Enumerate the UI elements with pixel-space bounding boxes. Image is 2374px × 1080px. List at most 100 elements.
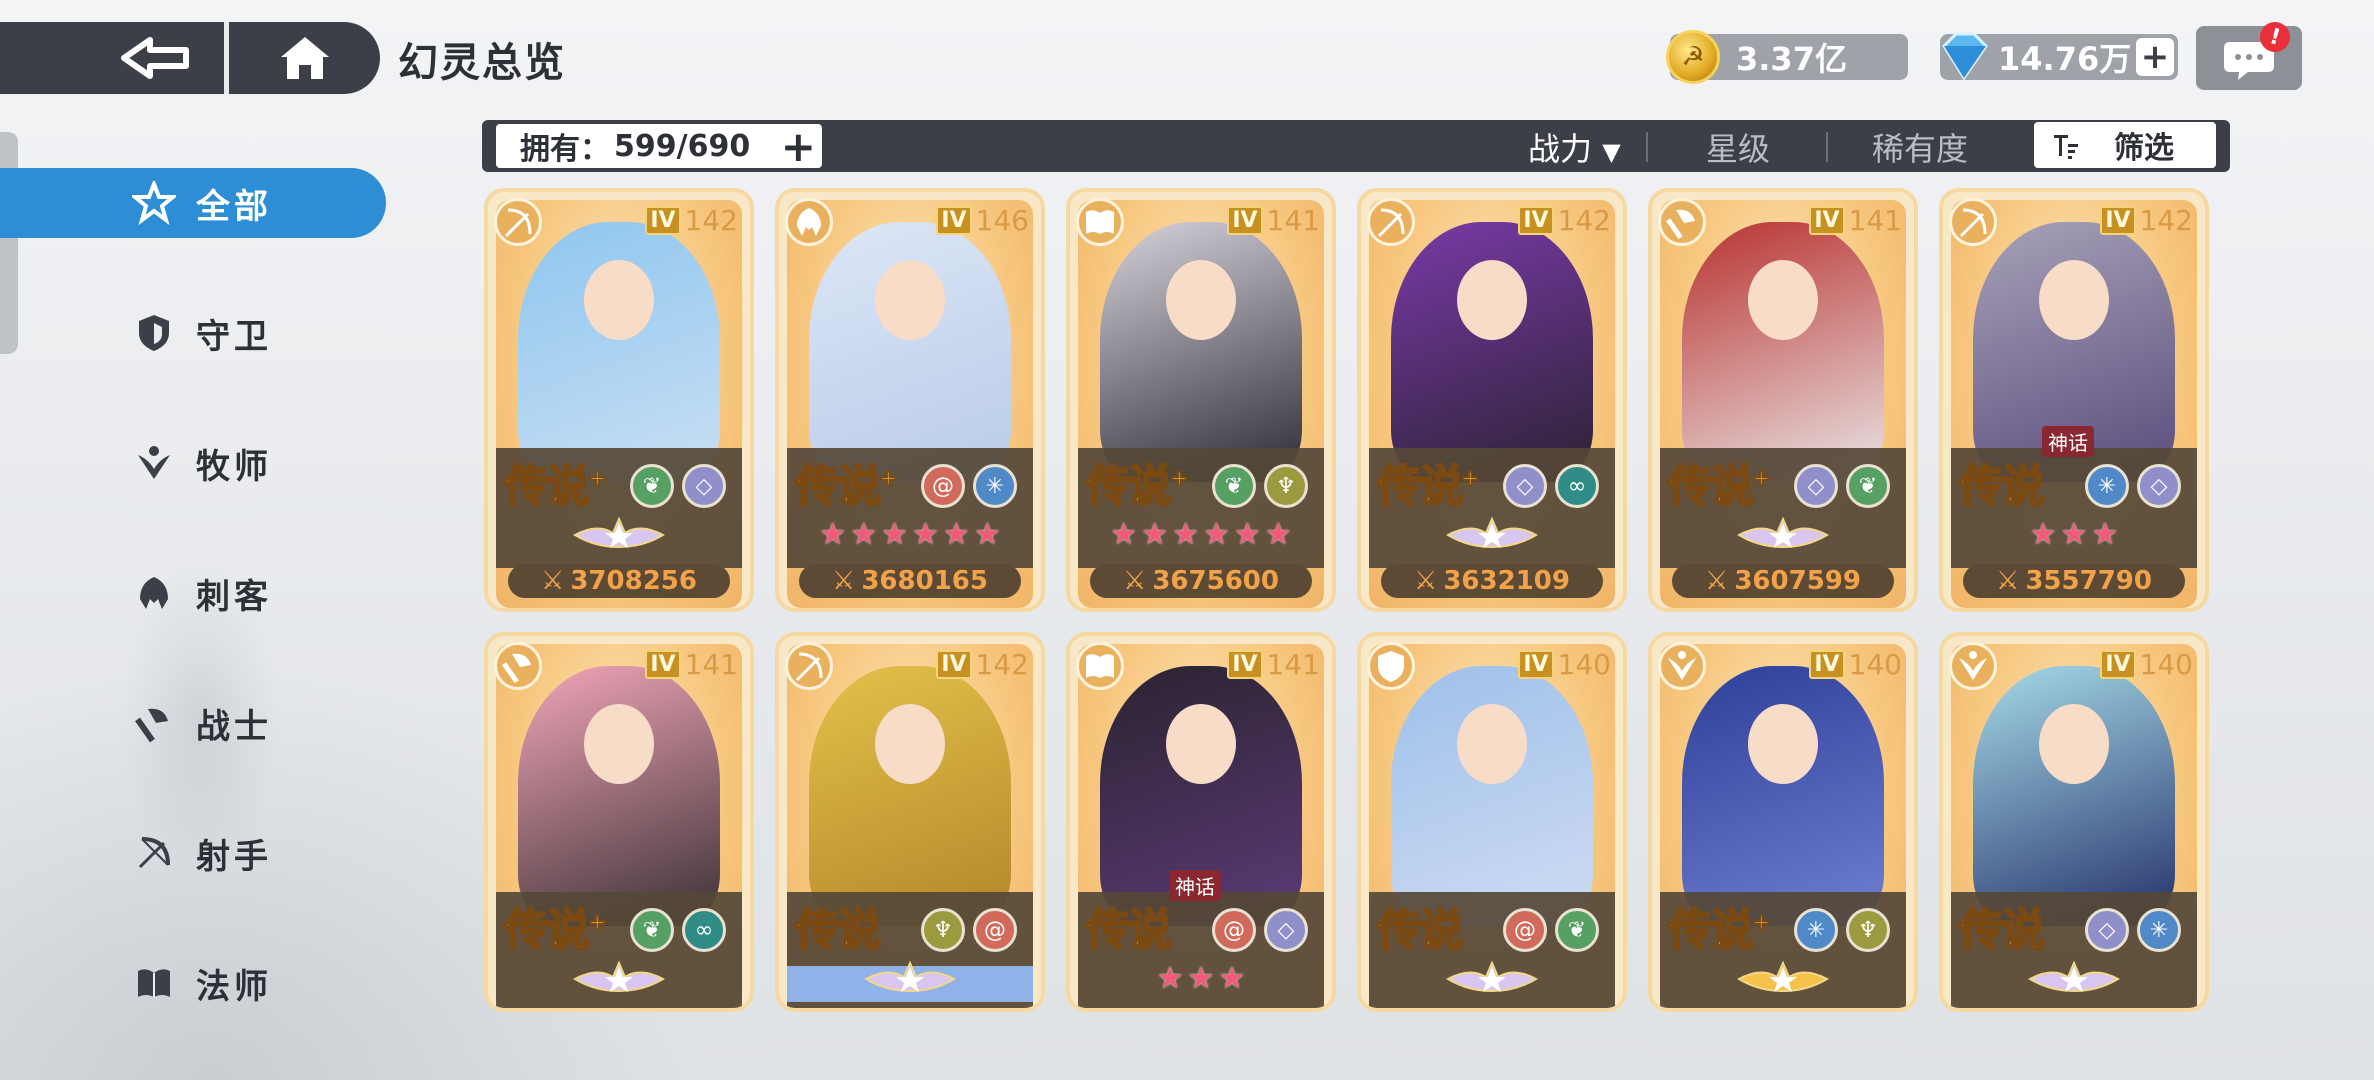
hero-portrait [1682,222,1884,482]
hero-face [584,260,654,340]
hero-level: IV 140 [1809,648,1902,681]
owned-count-box[interactable]: 拥有： 599/690 + [496,124,822,168]
sidebar-item-guard[interactable]: 守卫 [0,298,386,368]
nav-divider [224,22,229,94]
star-icon: ★ [1203,516,1230,552]
wing-element-icon: ♆ [921,908,965,952]
sidebar-item-priest[interactable]: 牧师 [0,428,386,498]
crossed-swords-icon: ⚔ [541,566,565,596]
grade-label: 传说 [1376,894,1464,958]
axe-icon [132,701,176,745]
axe-icon [494,642,542,690]
power-value: ⚔ 3557790 [1963,564,2185,598]
hero-card[interactable]: IV 141 传说+ ◇ ❦ ⚔ 3607599 [1648,188,1918,612]
hero-card[interactable]: IV 141 传说+ ❦ ♆ ★ ★ ★ ★ ★ ★ ⚔ 3675600 [1066,188,1336,612]
crest-icon [1446,517,1538,549]
sidebar-item-warrior[interactable]: 战士 [0,688,386,758]
hero-portrait [1391,666,1593,926]
sort-rarity-button[interactable]: 稀有度 [1872,124,1968,170]
crest-icon [1737,961,1829,993]
add-gems-button[interactable]: + [2136,38,2174,76]
expand-slots-button[interactable]: + [781,126,816,168]
hero-card[interactable]: IV 142 传说 ♆ @ [775,632,1045,1012]
spiral-element-icon: @ [1503,908,1547,952]
rank-badge: IV [1518,206,1554,235]
home-icon [281,37,329,79]
hero-card[interactable]: IV 140 传说 ◇ ✳ [1939,632,2209,1012]
hero-card[interactable]: IV 141 神话 传说 @ ◇ ★ ★ ★ [1066,632,1336,1012]
hero-portrait [1973,666,2175,926]
star-row [496,958,742,998]
hero-level: IV 146 [936,204,1029,237]
grade-text: 传说 [794,904,882,957]
leaf-element-icon: ❦ [630,908,674,952]
hero-card[interactable]: IV 140 传说+ ✳ ♆ [1648,632,1918,1012]
book-icon [1076,198,1124,246]
gold-currency: ☭ 3.37亿 [1666,30,1908,84]
sidebar-item-all[interactable]: 全部 [0,168,386,238]
grade-text: 传说 [1667,460,1755,513]
spiral-element-icon: @ [921,464,965,508]
hero-portrait [809,666,1011,926]
back-arrow-icon [121,37,189,79]
star-icon: ★ [973,516,1001,552]
sidebar-item-label: 射手 [196,836,272,877]
filter-button[interactable]: 筛选 [2034,122,2216,168]
star-icon: ★ [850,516,878,552]
hero-face [584,704,654,784]
sort-star-button[interactable]: 星级 [1706,124,1770,170]
sort-power-label: 战力 [1528,130,1593,168]
star-row [787,958,1033,998]
level-value: 141 [1266,204,1320,237]
sidebar-item-assassin[interactable]: 刺客 [0,558,386,628]
grade-text: 传说 [1085,904,1173,957]
shield-icon [1367,642,1415,690]
star-row [1660,514,1906,554]
hero-card[interactable]: IV 142 传说+ ◇ ∞ ⚔ 3632109 [1357,188,1627,612]
star-row: ★ ★ ★ ★ ★ ★ [1078,514,1324,554]
back-button[interactable] [110,30,200,86]
rank-badge: IV [1518,650,1554,679]
rank-badge: IV [1227,650,1263,679]
rank-badge: IV [1809,206,1845,235]
myth-tag: 神话 [2042,426,2094,457]
snow-element-icon: ✳ [2085,464,2129,508]
grade-text: 传说 [1376,904,1464,957]
gem-value: 14.76万 [1998,40,2132,78]
sort-power-button[interactable]: 战力 ▼ [1528,124,1621,170]
sidebar-item-label: 法师 [196,966,272,1007]
level-value: 140 [2139,648,2193,681]
star-icon: ★ [2091,516,2119,552]
sidebar-item-mage[interactable]: 法师 [0,948,386,1018]
book-icon [132,961,176,1005]
hero-card[interactable]: IV 142 传说+ ❦ ◇ ⚔ 3708256 [484,188,754,612]
level-value: 146 [975,204,1029,237]
book-icon [1076,642,1124,690]
grade-label: 传说+ [503,450,608,514]
star-icon: ★ [2060,516,2088,552]
hero-face [2039,704,2109,784]
grade-label: 传说+ [1667,894,1772,958]
hero-card[interactable]: IV 142 神话 传说 ✳ ◇ ★ ★ ★ ⚔ 3557790 [1939,188,2209,612]
star-icon: ★ [881,516,908,552]
level-value: 142 [975,648,1029,681]
star-icon: ★ [1218,960,1246,996]
grade-text: 传说 [1376,460,1464,513]
grade-plus: + [1751,465,1772,492]
sidebar-item-archer[interactable]: 射手 [0,818,386,888]
hero-card[interactable]: IV 140 传说 @ ❦ [1357,632,1627,1012]
crossed-swords-icon: ⚔ [832,566,856,596]
star-icon: ★ [1264,516,1292,552]
hero-face [1457,260,1527,340]
star-icon: ★ [1187,960,1215,996]
crossed-swords-icon: ⚔ [1996,566,2020,596]
owned-label: 拥有： [520,132,610,167]
grade-text: 传说 [1958,460,2046,513]
gem-element-icon: ◇ [2085,908,2129,952]
rank-badge: IV [936,206,972,235]
home-button[interactable] [268,30,342,86]
hero-card[interactable]: IV 141 传说+ ❦ ∞ [484,632,754,1012]
hero-level: IV 142 [2100,204,2193,237]
hero-card[interactable]: IV 146 传说+ @ ✳ ★ ★ ★ ★ ★ ★ ⚔ 3680165 [775,188,1045,612]
hero-portrait [1100,222,1302,482]
